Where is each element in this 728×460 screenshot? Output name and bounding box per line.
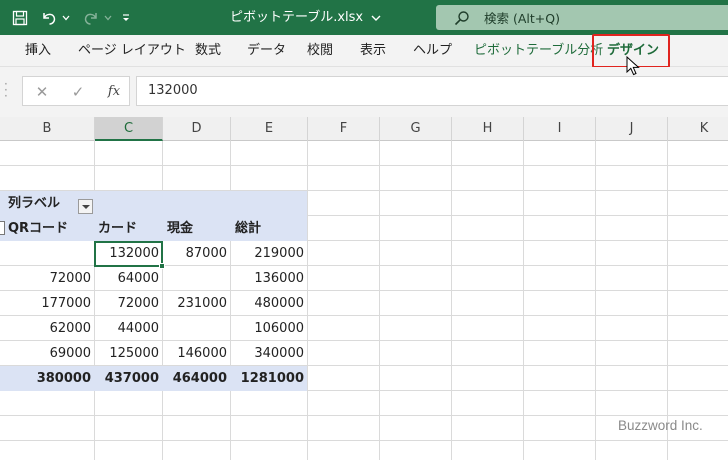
pivot-header-cash[interactable]: 現金 bbox=[167, 216, 193, 241]
column-header-h[interactable]: H bbox=[452, 117, 524, 141]
pivot-cell[interactable]: 72000 bbox=[0, 266, 94, 291]
pivot-cell[interactable] bbox=[162, 316, 230, 341]
pivot-total-cell[interactable]: 380000 bbox=[0, 366, 94, 391]
column-headers: B C D E F G H I J K bbox=[0, 117, 728, 141]
column-header-c[interactable]: C bbox=[95, 117, 163, 141]
column-header-d[interactable]: D bbox=[163, 117, 231, 141]
pivot-header-total[interactable]: 総計 bbox=[235, 216, 261, 241]
save-icon[interactable] bbox=[8, 0, 32, 35]
column-header-i[interactable]: I bbox=[524, 117, 596, 141]
pivot-cell[interactable]: 69000 bbox=[0, 341, 94, 366]
pivot-cell[interactable]: 340000 bbox=[230, 341, 307, 366]
pivot-column-labels: 列ラベル bbox=[8, 196, 61, 211]
pivot-header-qr[interactable]: QRコード bbox=[8, 216, 68, 241]
undo-dropdown-icon[interactable] bbox=[60, 0, 72, 35]
formula-bar: · · · ✕ ✓ fx 132000 bbox=[0, 75, 728, 107]
column-labels-filter-button[interactable] bbox=[78, 199, 93, 214]
pivot-total-cell[interactable]: 464000 bbox=[162, 366, 230, 391]
pivot-total-cell[interactable]: 437000 bbox=[94, 366, 162, 391]
window-title[interactable]: ピボットテーブル.xlsx bbox=[230, 0, 381, 35]
pivot-cell[interactable]: 146000 bbox=[162, 341, 230, 366]
column-header-f[interactable]: F bbox=[308, 117, 380, 141]
tab-page-layout[interactable]: ページ レイアウト bbox=[78, 35, 186, 67]
row-labels-marker bbox=[0, 221, 5, 235]
pivot-cell[interactable]: 62000 bbox=[0, 316, 94, 341]
redo-icon[interactable] bbox=[80, 0, 102, 35]
tab-pivottable-analyze[interactable]: ピボットテーブル分析 bbox=[474, 35, 603, 67]
search-placeholder: 検索 (Alt+Q) bbox=[484, 11, 560, 26]
formula-input[interactable]: 132000 bbox=[136, 76, 728, 106]
search-icon bbox=[454, 10, 469, 25]
formula-buttons: ✕ ✓ fx bbox=[22, 76, 130, 106]
tab-data[interactable]: データ bbox=[247, 35, 286, 67]
pivot-cell[interactable]: 480000 bbox=[230, 291, 307, 316]
pivot-total-cell[interactable]: 1281000 bbox=[230, 366, 307, 391]
pivot-cell[interactable]: 136000 bbox=[230, 266, 307, 291]
title-bar: ピボットテーブル.xlsx 検索 (Alt+Q) bbox=[0, 0, 728, 35]
resize-handle-icon[interactable]: · · · bbox=[4, 78, 10, 102]
file-name: ピボットテーブル.xlsx bbox=[230, 10, 364, 25]
pivot-header-card[interactable]: カード bbox=[98, 216, 137, 241]
pivot-cell[interactable]: 106000 bbox=[230, 316, 307, 341]
pivot-cell[interactable]: 125000 bbox=[94, 341, 162, 366]
pivot-cell[interactable]: 72000 bbox=[94, 291, 162, 316]
tab-insert[interactable]: 挿入 bbox=[25, 35, 51, 67]
insert-function-icon[interactable]: fx bbox=[103, 77, 125, 107]
column-header-b[interactable]: B bbox=[0, 117, 95, 141]
column-header-j[interactable]: J bbox=[596, 117, 668, 141]
tab-help[interactable]: ヘルプ bbox=[413, 35, 452, 67]
search-box[interactable]: 検索 (Alt+Q) bbox=[436, 5, 728, 30]
watermark: Buzzword Inc. bbox=[618, 418, 703, 433]
tab-review[interactable]: 校閲 bbox=[307, 35, 333, 67]
cancel-icon[interactable]: ✕ bbox=[31, 77, 53, 107]
pivot-cell[interactable]: 64000 bbox=[94, 266, 162, 291]
redo-dropdown-icon[interactable] bbox=[102, 0, 114, 35]
tab-formulas[interactable]: 数式 bbox=[195, 35, 221, 67]
pivot-cell[interactable]: 87000 bbox=[162, 241, 230, 266]
enter-icon[interactable]: ✓ bbox=[67, 77, 89, 107]
pivot-cell[interactable]: 177000 bbox=[0, 291, 94, 316]
pivot-cell[interactable]: 219000 bbox=[230, 241, 307, 266]
tab-view[interactable]: 表示 bbox=[360, 35, 386, 67]
active-cell-selection bbox=[94, 241, 165, 269]
column-header-k[interactable]: K bbox=[668, 117, 728, 141]
title-dropdown-icon bbox=[371, 15, 381, 21]
pivot-cell[interactable]: 44000 bbox=[94, 316, 162, 341]
pivot-cell[interactable] bbox=[162, 266, 230, 291]
column-header-g[interactable]: G bbox=[380, 117, 452, 141]
fill-handle[interactable] bbox=[159, 263, 165, 269]
mouse-cursor-icon bbox=[626, 56, 640, 76]
pivot-cell[interactable]: 231000 bbox=[162, 291, 230, 316]
customize-toolbar-icon[interactable] bbox=[118, 0, 134, 35]
pivot-cell[interactable] bbox=[0, 241, 94, 266]
column-header-e[interactable]: E bbox=[231, 117, 308, 141]
undo-icon[interactable] bbox=[38, 0, 60, 35]
